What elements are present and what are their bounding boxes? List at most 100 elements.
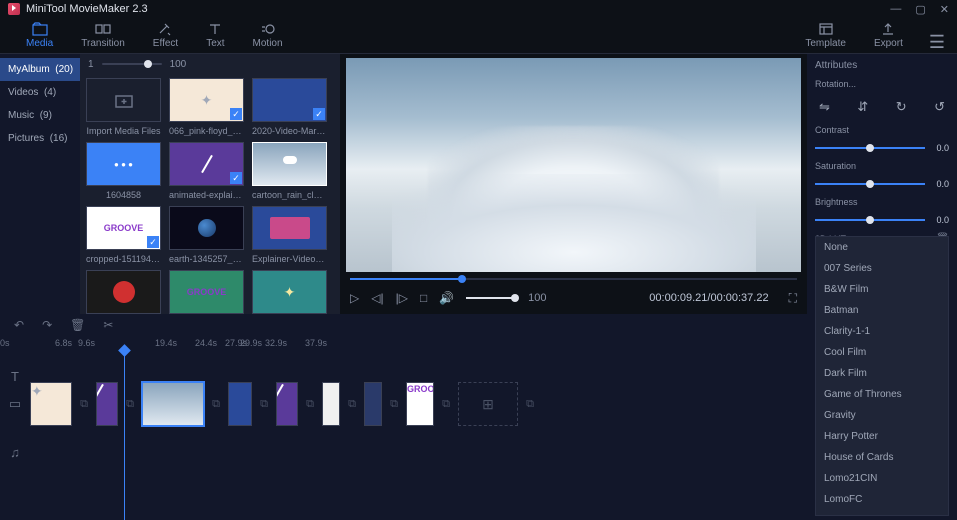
media-item[interactable]: earth-1345257_640: [169, 206, 244, 264]
empty-clip-slot[interactable]: ⊞: [458, 382, 518, 426]
ruler-tick: 37.9s: [305, 338, 327, 348]
lut-option[interactable]: Harry Potter: [816, 426, 948, 447]
transition-slot[interactable]: ⧉: [385, 382, 403, 426]
preview-panel: ▷ ◁| |▷ □ 🔊 100 00:00:09.21/00:00:37.22 …: [340, 54, 807, 314]
sidebar-item-myalbum[interactable]: MyAlbum (20): [0, 58, 80, 81]
timeline-clip[interactable]: [142, 382, 204, 426]
ruler-tick: 32.9s: [265, 338, 287, 348]
zoom-max: 100: [170, 59, 187, 70]
redo-icon[interactable]: ↷: [42, 318, 52, 332]
lut-option[interactable]: 007 Series: [816, 258, 948, 279]
contrast-slider[interactable]: [815, 147, 925, 149]
lut-option[interactable]: Lomo21CIN: [816, 468, 948, 489]
rotate-ccw-icon[interactable]: ↺: [934, 99, 945, 115]
transition-slot[interactable]: ⧉: [255, 382, 273, 426]
next-frame-icon[interactable]: |▷: [396, 291, 408, 305]
tab-motion[interactable]: Motion: [239, 19, 297, 53]
playhead[interactable]: [124, 352, 125, 520]
media-item[interactable]: ● ● ●1604858: [86, 142, 161, 200]
zoom-slider[interactable]: [102, 63, 162, 65]
transition-slot[interactable]: ⧉: [301, 382, 319, 426]
ruler-tick: 24.4s: [195, 338, 217, 348]
media-item-name: 1604858: [106, 190, 141, 200]
transition-slot[interactable]: ⧉: [437, 382, 455, 426]
lut-option[interactable]: House of Cards: [816, 447, 948, 468]
media-item[interactable]: GROOVEcropped-1511941_980...: [86, 206, 161, 264]
tab-media[interactable]: Media: [12, 19, 67, 53]
fullscreen-icon[interactable]: ⛶: [789, 291, 797, 306]
timeline-clip[interactable]: [322, 382, 340, 426]
app-title: MiniTool MovieMaker 2.3: [26, 3, 148, 15]
media-item[interactable]: Import Media Files: [86, 78, 161, 136]
lut-option[interactable]: Game of Thrones: [816, 384, 948, 405]
flip-vertical-icon[interactable]: ⇵: [857, 99, 868, 115]
media-item[interactable]: cartoon_rain_cloud-t2: [252, 142, 327, 200]
close-icon[interactable]: ✕: [940, 3, 949, 16]
preview-canvas[interactable]: [346, 58, 801, 272]
hamburger-menu-icon[interactable]: ☰: [929, 32, 945, 53]
saturation-slider[interactable]: [815, 183, 925, 185]
timeline: ↶ ↷ 🗑 ✂ 0s6.8s9.6s19.4s24.4s27.9s29.9s32…: [0, 314, 957, 520]
lut-option[interactable]: LomoFPE: [816, 510, 948, 516]
video-track-icon: ▭: [6, 380, 24, 428]
media-item[interactable]: 2020-Video-Marketing-...: [252, 78, 327, 136]
cut-icon[interactable]: ✂: [103, 318, 113, 332]
tab-effect[interactable]: Effect: [139, 19, 192, 53]
transition-slot[interactable]: ⧉: [75, 382, 93, 426]
media-item[interactable]: ✦: [252, 270, 327, 314]
timeline-ruler[interactable]: 0s6.8s9.6s19.4s24.4s27.9s29.9s32.9s37.9s: [0, 336, 957, 352]
transition-slot[interactable]: ⧉: [207, 382, 225, 426]
preview-scrubber[interactable]: [350, 278, 797, 280]
lut-option[interactable]: Clarity-1-1: [816, 321, 948, 342]
lut-option[interactable]: Batman: [816, 300, 948, 321]
ruler-tick: 0s: [0, 338, 10, 348]
stop-icon[interactable]: □: [420, 291, 427, 305]
media-item[interactable]: GROOVE: [169, 270, 244, 314]
lut-option[interactable]: Gravity: [816, 405, 948, 426]
timeline-clip[interactable]: GROOVE: [406, 382, 434, 426]
brightness-slider[interactable]: [815, 219, 925, 221]
transition-slot[interactable]: ⧉: [521, 382, 539, 426]
minimize-icon[interactable]: —: [890, 3, 901, 16]
sidebar-item-pictures[interactable]: Pictures (16): [0, 127, 80, 150]
volume-slider[interactable]: [466, 297, 516, 299]
lut-option[interactable]: Cool Film: [816, 342, 948, 363]
media-item[interactable]: [86, 270, 161, 314]
flip-horizontal-icon[interactable]: ⇋: [819, 99, 830, 115]
zoom-min: 1: [88, 59, 94, 70]
attributes-title: Attributes: [815, 60, 949, 71]
lut-option[interactable]: LomoFC: [816, 489, 948, 510]
lut-option[interactable]: None: [816, 237, 948, 258]
title-bar: MiniTool MovieMaker 2.3 — ▢ ✕: [0, 0, 957, 18]
tab-text[interactable]: Text: [192, 19, 238, 53]
timeline-clip[interactable]: [276, 382, 298, 426]
lut-option[interactable]: B&W Film: [816, 279, 948, 300]
media-item[interactable]: ✦066_pink-floyd_wish-y...: [169, 78, 244, 136]
timeline-clip[interactable]: [228, 382, 252, 426]
maximize-icon[interactable]: ▢: [915, 3, 925, 16]
transition-slot[interactable]: ⧉: [343, 382, 361, 426]
media-item-name: 066_pink-floyd_wish-y...: [169, 126, 244, 136]
rotate-cw-icon[interactable]: ↻: [896, 99, 907, 115]
prev-frame-icon[interactable]: ◁|: [371, 291, 383, 305]
audio-track-icon: ♫: [6, 428, 24, 476]
tab-export[interactable]: Export: [860, 19, 917, 53]
lut-dropdown-menu: None007 SeriesB&W FilmBatmanClarity-1-1C…: [815, 236, 949, 516]
tab-transition[interactable]: Transition: [67, 19, 139, 53]
sidebar-item-videos[interactable]: Videos (4): [0, 81, 80, 104]
sidebar-item-music[interactable]: Music (9): [0, 104, 80, 127]
play-icon[interactable]: ▷: [350, 291, 359, 305]
delete-icon[interactable]: 🗑: [70, 318, 85, 332]
volume-icon[interactable]: 🔊: [439, 291, 454, 305]
media-item-name: animated-explainer-bl...: [169, 190, 244, 200]
media-item[interactable]: animated-explainer-bl...: [169, 142, 244, 200]
contrast-label: Contrast: [815, 125, 849, 135]
timeline-clip[interactable]: [96, 382, 118, 426]
timeline-clip[interactable]: [364, 382, 382, 426]
library-sidebar: MyAlbum (20) Videos (4) Music (9) Pictur…: [0, 54, 80, 314]
undo-icon[interactable]: ↶: [14, 318, 24, 332]
media-item[interactable]: Explainer-Video-Script...: [252, 206, 327, 264]
lut-option[interactable]: Dark Film: [816, 363, 948, 384]
timeline-clip[interactable]: ✦: [30, 382, 72, 426]
tab-template[interactable]: Template: [791, 19, 860, 53]
